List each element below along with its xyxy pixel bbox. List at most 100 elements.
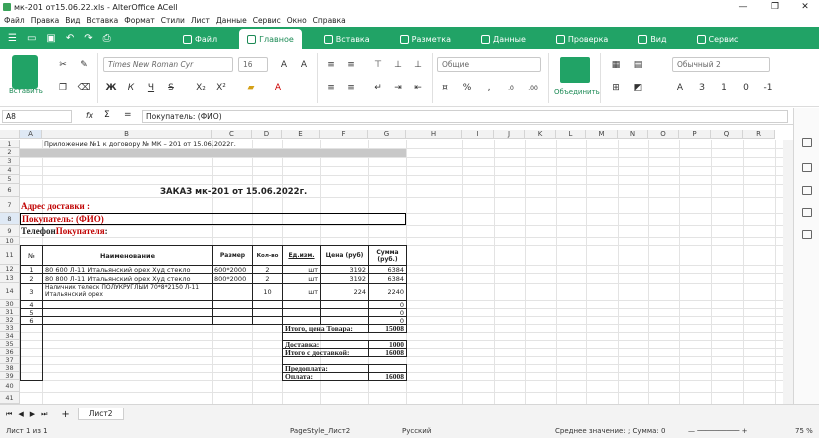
strikethrough-icon[interactable]: S bbox=[163, 80, 179, 96]
copy-icon[interactable]: ❐ bbox=[55, 80, 71, 96]
increase-decimal-icon[interactable]: .0 bbox=[503, 80, 519, 96]
menu-window[interactable]: Окно bbox=[287, 16, 307, 25]
cut-icon[interactable]: ✂ bbox=[55, 57, 71, 73]
column-header[interactable]: N bbox=[618, 130, 648, 139]
tab-file[interactable]: Файл bbox=[175, 29, 225, 49]
row-header[interactable]: 40 bbox=[0, 380, 20, 392]
tab-data[interactable]: Данные bbox=[473, 29, 534, 49]
paste-button[interactable]: Вставить bbox=[9, 87, 43, 95]
select-all-corner[interactable] bbox=[0, 130, 20, 139]
borders-icon[interactable]: ⊞ bbox=[608, 80, 624, 96]
align-center-icon[interactable]: ≡ bbox=[343, 57, 359, 73]
row-header[interactable]: 11 bbox=[0, 245, 20, 265]
row-header[interactable]: 41 bbox=[0, 392, 20, 404]
open-icon[interactable]: ▭ bbox=[27, 33, 36, 44]
column-header[interactable]: P bbox=[679, 130, 711, 139]
properties-icon[interactable] bbox=[802, 138, 812, 147]
spreadsheet-grid[interactable]: A B C D E F G H I J K L M N O P Q R 1 2 … bbox=[0, 126, 793, 404]
column-header[interactable]: B bbox=[42, 130, 212, 139]
column-header[interactable]: M bbox=[586, 130, 618, 139]
row-header[interactable]: 2 bbox=[0, 148, 20, 157]
subscript-icon[interactable]: X₂ bbox=[193, 80, 209, 96]
outdent-icon[interactable]: ⇤ bbox=[410, 80, 426, 96]
sum-icon[interactable]: Σ bbox=[104, 110, 110, 120]
column-header[interactable]: I bbox=[462, 130, 494, 139]
align-bottom-icon[interactable]: ⊥ bbox=[410, 57, 426, 73]
first-sheet-icon[interactable]: ⏮ bbox=[6, 410, 12, 419]
menu-edit[interactable]: Правка bbox=[31, 16, 60, 25]
undo-icon[interactable]: ↶ bbox=[66, 33, 74, 44]
column-header[interactable]: L bbox=[556, 130, 586, 139]
row-header[interactable]: 9 bbox=[0, 225, 20, 237]
row-header[interactable]: 39 bbox=[0, 372, 20, 380]
sheet-tab[interactable]: Лист2 bbox=[77, 408, 124, 420]
formula-icon[interactable]: = bbox=[124, 110, 132, 120]
functions-icon[interactable] bbox=[802, 230, 812, 239]
menu-format[interactable]: Формат bbox=[124, 16, 154, 25]
add-sheet-icon[interactable]: + bbox=[61, 409, 69, 420]
menu-file[interactable]: Файл bbox=[4, 16, 25, 25]
fill-color-icon[interactable]: ◩ bbox=[630, 80, 646, 96]
row-header[interactable]: 7 bbox=[0, 197, 20, 213]
buyer-label[interactable]: Покупатель: (ФИО) bbox=[20, 213, 406, 225]
last-sheet-icon[interactable]: ⏭ bbox=[41, 410, 47, 419]
row-header[interactable]: 1 bbox=[0, 140, 20, 148]
style-select[interactable]: Обычный 2 bbox=[672, 57, 770, 72]
bold-icon[interactable]: Ж bbox=[103, 80, 119, 96]
underline-icon[interactable]: Ч bbox=[143, 80, 159, 96]
print-icon[interactable]: ⎙ bbox=[103, 33, 111, 44]
tab-home[interactable]: Главное bbox=[239, 29, 302, 49]
font-name-select[interactable]: Times New Roman Cyr bbox=[103, 57, 233, 72]
percent-icon[interactable]: % bbox=[459, 80, 475, 96]
paste-icon[interactable] bbox=[12, 55, 38, 89]
clear-icon[interactable]: ⌫ bbox=[76, 80, 92, 96]
menu-view[interactable]: Вид bbox=[65, 16, 80, 25]
column-header[interactable]: O bbox=[648, 130, 679, 139]
menu-tools[interactable]: Сервис bbox=[253, 16, 281, 25]
row-header[interactable]: 13 bbox=[0, 273, 20, 283]
next-sheet-icon[interactable]: ▶ bbox=[30, 410, 35, 418]
merge-icon[interactable] bbox=[560, 57, 590, 83]
highlight-icon[interactable]: ▰ bbox=[243, 80, 259, 96]
currency-icon[interactable]: ¤ bbox=[437, 80, 453, 96]
justify-icon[interactable]: ≡ bbox=[343, 80, 359, 96]
column-header[interactable]: F bbox=[320, 130, 368, 139]
align-right-icon[interactable]: ≡ bbox=[323, 80, 339, 96]
save-icon[interactable]: ▣ bbox=[46, 33, 55, 44]
row-header[interactable]: 10 bbox=[0, 237, 20, 245]
style-1-icon[interactable]: 1 bbox=[716, 80, 732, 96]
row-header[interactable]: 5 bbox=[0, 175, 20, 184]
row-header[interactable]: 14 bbox=[0, 283, 20, 300]
number-format-select[interactable]: Общие bbox=[437, 57, 541, 72]
menu-styles[interactable]: Стили bbox=[161, 16, 185, 25]
conditional-format-icon[interactable]: ▤ bbox=[630, 57, 646, 73]
style-a-icon[interactable]: A bbox=[672, 80, 688, 96]
gallery-icon[interactable] bbox=[802, 186, 812, 195]
tab-tools[interactable]: Сервис bbox=[689, 29, 747, 49]
tab-layout[interactable]: Разметка bbox=[392, 29, 459, 49]
name-box[interactable]: A8 bbox=[2, 110, 72, 123]
column-header[interactable]: Q bbox=[711, 130, 743, 139]
vertical-scrollbar[interactable] bbox=[783, 140, 793, 404]
row-header[interactable]: 8 bbox=[0, 213, 20, 225]
row-header[interactable]: 12 bbox=[0, 265, 20, 273]
restore-icon[interactable]: ❐ bbox=[760, 0, 790, 14]
tab-review[interactable]: Проверка bbox=[548, 29, 616, 49]
tab-view[interactable]: Вид bbox=[630, 29, 674, 49]
merge-button[interactable]: Объединить bbox=[554, 88, 600, 96]
column-header[interactable]: J bbox=[494, 130, 525, 139]
navigator-icon[interactable] bbox=[802, 208, 812, 217]
app-menu-icon[interactable]: ☰ bbox=[8, 33, 17, 44]
cell-style-icon[interactable]: ▦ bbox=[608, 57, 624, 73]
column-header[interactable]: H bbox=[406, 130, 462, 139]
indent-icon[interactable]: ⇥ bbox=[390, 80, 406, 96]
font-size-select[interactable]: 16 bbox=[238, 57, 268, 72]
font-color-icon[interactable]: A bbox=[270, 80, 286, 96]
formula-input[interactable]: Покупатель: (ФИО) bbox=[142, 110, 788, 123]
styles-icon[interactable] bbox=[802, 163, 812, 172]
column-header[interactable]: R bbox=[743, 130, 775, 139]
align-left-icon[interactable]: ≡ bbox=[323, 57, 339, 73]
column-header[interactable]: C bbox=[212, 130, 252, 139]
grow-font-icon[interactable]: A bbox=[276, 57, 292, 73]
align-top-icon[interactable]: ⊤ bbox=[370, 57, 386, 73]
